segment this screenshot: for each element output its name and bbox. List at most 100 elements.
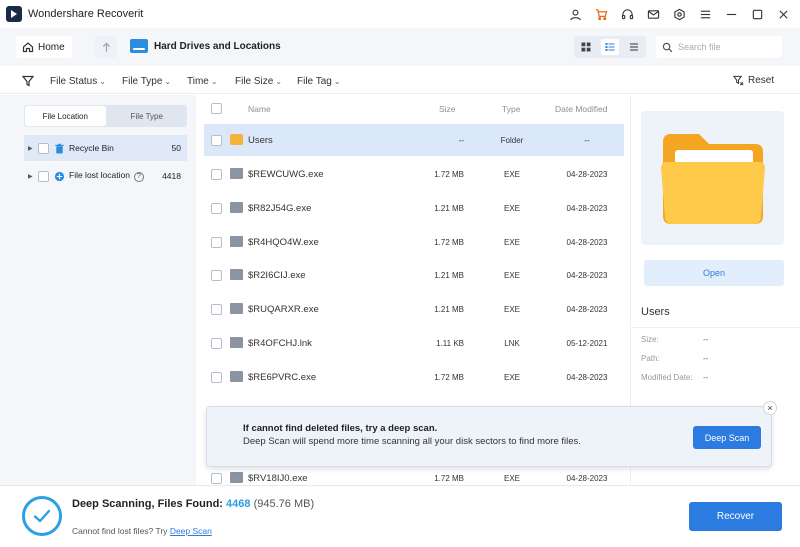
column-date-modified[interactable]: Date Modified xyxy=(555,104,607,114)
user-icon[interactable] xyxy=(564,4,586,24)
popup-deep-scan-button[interactable]: Deep Scan xyxy=(693,426,761,449)
detail-view-icon[interactable] xyxy=(601,39,619,55)
table-row[interactable]: $REWCUWG.exe 1.72 MB EXE 04-28-2023 xyxy=(204,158,624,190)
file-date: 04-28-2023 xyxy=(566,305,608,314)
file-size: 1.72 MB xyxy=(434,238,464,247)
table-row[interactable]: $RUQARXR.exe 1.21 MB EXE 04-28-2023 xyxy=(204,293,624,325)
app-title: Wondershare Recoverit xyxy=(28,8,144,20)
table-row[interactable]: $R4OFCHJ.lnk 1.11 KB LNK 05-12-2021 xyxy=(204,327,624,359)
home-button[interactable]: Home xyxy=(16,36,72,58)
reset-label: Reset xyxy=(748,75,775,86)
table-row[interactable]: $R4HQO4W.exe 1.72 MB EXE 04-28-2023 xyxy=(204,226,624,258)
titlebar-icons xyxy=(564,4,794,24)
open-button[interactable]: Open xyxy=(644,260,784,286)
expand-arrow-icon[interactable]: ▶ xyxy=(24,173,34,180)
minimize-icon[interactable] xyxy=(720,4,742,24)
expand-arrow-icon[interactable]: ▶ xyxy=(24,145,34,152)
preview-title: Users xyxy=(641,306,670,318)
filter-file-size[interactable]: File Size ⌄ xyxy=(235,76,282,87)
recover-button[interactable]: Recover xyxy=(689,502,782,531)
settings-icon[interactable] xyxy=(668,4,690,24)
size-label: Size: xyxy=(641,335,659,344)
select-all-checkbox[interactable] xyxy=(211,103,222,114)
up-button[interactable] xyxy=(95,36,117,58)
column-name[interactable]: Name xyxy=(248,104,271,114)
file-size: 1.21 MB xyxy=(434,271,464,280)
files-found-count: 4468 xyxy=(226,498,251,510)
home-label: Home xyxy=(38,41,65,53)
filter-file-type[interactable]: File Type ⌄ xyxy=(122,76,171,87)
filter-file-status[interactable]: File Status ⌄ xyxy=(50,76,106,87)
popup-title: If cannot find deleted files, try a deep… xyxy=(243,423,438,434)
checkbox[interactable] xyxy=(38,142,49,154)
checkbox[interactable] xyxy=(38,170,49,182)
maximize-icon[interactable] xyxy=(746,4,768,24)
row-checkbox[interactable] xyxy=(211,237,222,248)
filter-label: File Status xyxy=(50,76,98,87)
table-header: Name Size Type Date Modified xyxy=(204,98,624,120)
search-input[interactable] xyxy=(678,42,774,52)
table-row[interactable]: $R82J54G.exe 1.21 MB EXE 04-28-2023 xyxy=(204,192,624,224)
row-checkbox[interactable] xyxy=(211,135,222,146)
filter-icon xyxy=(22,75,34,87)
folder-icon xyxy=(230,134,243,145)
close-icon[interactable] xyxy=(772,4,794,24)
status-bar: Deep Scanning, Files Found: 4468 (945.76… xyxy=(0,485,800,547)
file-icon xyxy=(230,337,243,348)
search-box[interactable] xyxy=(656,36,782,58)
file-name: $R4HQO4W.exe xyxy=(248,237,319,248)
sidebar-item-count: 50 xyxy=(171,143,181,153)
list-view-icon[interactable] xyxy=(625,39,643,55)
row-checkbox[interactable] xyxy=(211,473,222,484)
file-type: EXE xyxy=(503,204,520,213)
help-icon[interactable]: ? xyxy=(133,171,144,182)
file-type: EXE xyxy=(503,170,520,179)
grid-view-icon[interactable] xyxy=(577,39,595,55)
title-bar: Wondershare Recoverit xyxy=(0,0,800,28)
reset-button[interactable]: Reset xyxy=(733,75,774,86)
recycle-bin-icon xyxy=(53,142,65,154)
sidebar-item-label: File lost location? xyxy=(69,170,162,182)
popup-close-icon[interactable]: × xyxy=(763,401,777,415)
file-type: EXE xyxy=(503,238,520,247)
filter-time[interactable]: Time ⌄ xyxy=(187,76,218,87)
sidebar-item-recycle-bin[interactable]: ▶ Recycle Bin 50 xyxy=(24,135,187,161)
popup-text: Deep Scan will spend more time scanning … xyxy=(243,436,581,447)
row-checkbox[interactable] xyxy=(211,270,222,281)
column-type[interactable]: Type xyxy=(502,104,520,114)
tab-file-type[interactable]: File Type xyxy=(107,105,188,127)
tab-file-location[interactable]: File Location xyxy=(25,106,106,126)
file-type: EXE xyxy=(503,373,520,382)
modified-date-label: Modified Date: xyxy=(641,373,693,382)
reset-filter-icon xyxy=(733,75,744,86)
table-row[interactable]: $RE6PVRC.exe 1.72 MB EXE 04-28-2023 xyxy=(204,361,624,393)
menu-icon[interactable] xyxy=(694,4,716,24)
file-type: Folder xyxy=(500,136,524,145)
table-row[interactable]: $R2I6CIJ.exe 1.21 MB EXE 04-28-2023 xyxy=(204,259,624,291)
cart-icon[interactable] xyxy=(590,4,612,24)
table-row[interactable]: Users -- Folder -- xyxy=(204,124,624,156)
file-name: $REWCUWG.exe xyxy=(248,169,324,180)
filter-file-tag[interactable]: File Tag ⌄ xyxy=(297,76,341,87)
column-size[interactable]: Size xyxy=(439,104,456,114)
sidebar-item-file-lost-location[interactable]: ▶ File lost location? 4418 xyxy=(24,163,187,189)
file-icon xyxy=(230,168,243,179)
mail-icon[interactable] xyxy=(642,4,664,24)
cannot-find-hint: Cannot find lost files? Try Deep Scan xyxy=(72,526,212,536)
row-checkbox[interactable] xyxy=(211,169,222,180)
row-checkbox[interactable] xyxy=(211,203,222,214)
row-checkbox[interactable] xyxy=(211,304,222,315)
file-size: 1.21 MB xyxy=(434,305,464,314)
filter-bar: File Status ⌄ File Type ⌄ Time ⌄ File Size ⌄… xyxy=(0,68,800,94)
file-name: $R2I6CIJ.exe xyxy=(248,270,306,281)
headset-icon[interactable] xyxy=(616,4,638,24)
files-found-size: (945.76 MB) xyxy=(253,498,315,510)
sidebar-item-count: 4418 xyxy=(162,171,181,181)
file-name: $RUQARXR.exe xyxy=(248,304,319,315)
file-type: EXE xyxy=(503,271,520,280)
row-checkbox[interactable] xyxy=(211,338,222,349)
size-value: -- xyxy=(703,335,709,344)
row-checkbox[interactable] xyxy=(211,372,222,383)
deep-scan-link[interactable]: Deep Scan xyxy=(170,526,212,536)
app-logo-icon xyxy=(6,6,22,22)
